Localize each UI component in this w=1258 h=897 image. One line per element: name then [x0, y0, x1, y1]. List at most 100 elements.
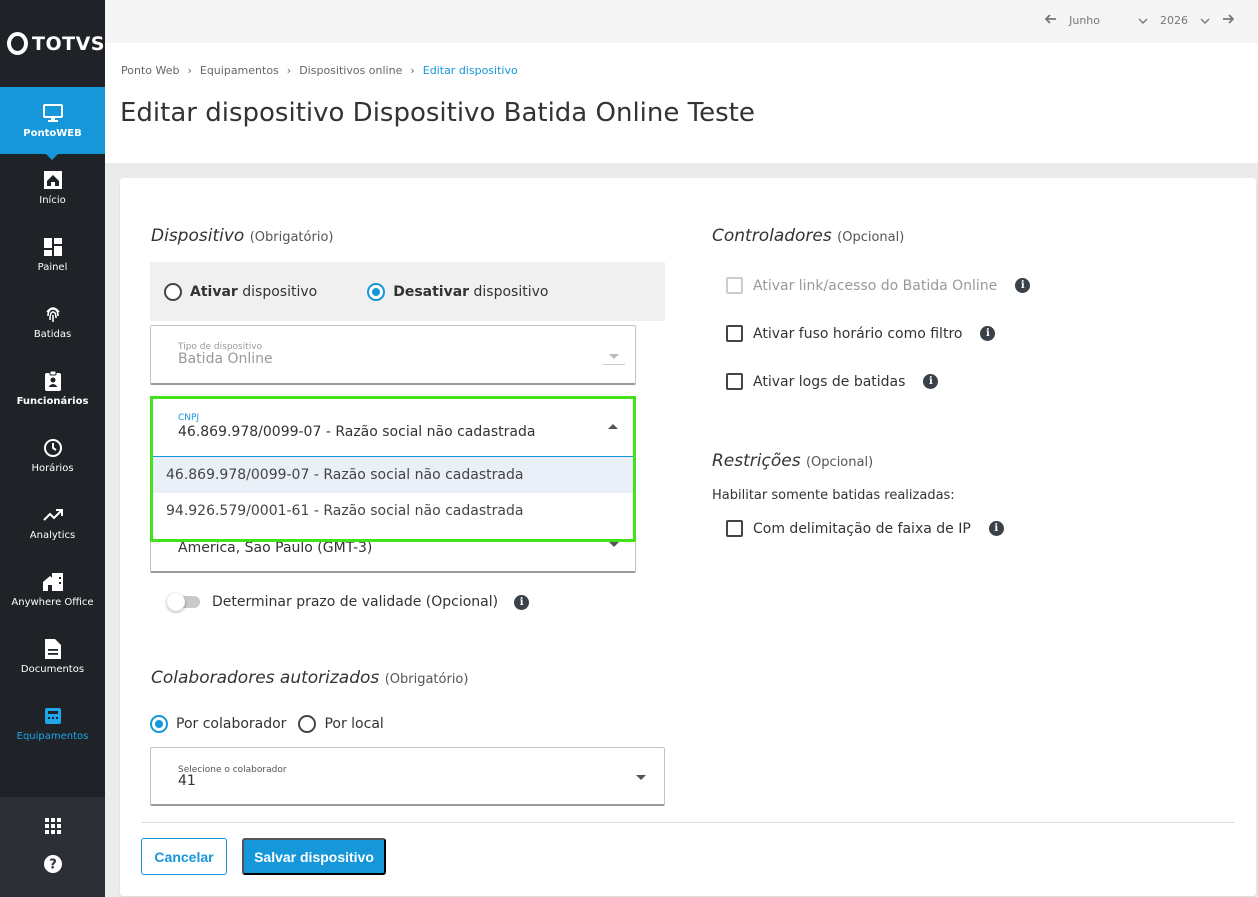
controllers-section-title: Controladores (Opcional) — [712, 226, 904, 246]
breadcrumb-separator: › — [286, 64, 292, 77]
caret-down-icon — [609, 354, 619, 359]
checkbox[interactable] — [726, 520, 743, 537]
fingerprint-icon — [43, 304, 63, 324]
month-value: Junho — [1069, 14, 1100, 27]
radio-dot[interactable] — [150, 715, 168, 733]
by-collaborator-radio[interactable]: Por colaborador — [150, 715, 286, 733]
checkbox[interactable] — [726, 277, 743, 294]
chevron-down-icon — [1200, 14, 1210, 27]
field-label: CNPJ — [178, 413, 200, 423]
restrictions-subtitle: Habilitar somente batidas realizadas: — [712, 488, 955, 503]
home-icon — [43, 170, 63, 190]
sidebar-item-funcionarios[interactable]: Funcionários — [0, 355, 105, 422]
sidebar-item-label: Batidas — [33, 328, 72, 340]
document-icon — [43, 638, 63, 659]
caret-down-icon — [609, 542, 619, 547]
checkbox-batidas-logs[interactable]: Ativar logs de batidas i — [726, 373, 939, 390]
info-icon[interactable]: i — [923, 374, 939, 389]
caret-up-icon — [608, 424, 618, 429]
cnpj-option[interactable]: 94.926.579/0001-61 - Razão social não ca… — [153, 493, 633, 529]
radio-label-rest: dispositivo — [237, 283, 318, 300]
radio-dot[interactable] — [298, 715, 317, 733]
cancel-button[interactable]: Cancelar — [141, 838, 227, 875]
collaborator-select[interactable]: Selecione o colaborador 41 — [150, 747, 665, 806]
footer-divider — [141, 822, 1235, 823]
radio-label-rest: dispositivo — [469, 283, 549, 300]
sidebar-item-label: Horários — [31, 462, 74, 474]
sidebar-item-inicio[interactable]: Início — [0, 154, 105, 221]
apps-grid-icon[interactable] — [44, 817, 61, 838]
field-value: Batida Online — [178, 351, 273, 367]
sidebar-item-label: Analytics — [29, 529, 76, 541]
info-icon[interactable]: i — [988, 521, 1004, 536]
by-location-radio[interactable]: Por local — [298, 715, 384, 733]
breadcrumb-item[interactable]: Ponto Web — [121, 64, 179, 77]
breadcrumb-separator: › — [410, 64, 415, 77]
checkbox-label: Com delimitação de faixa de IP — [753, 520, 971, 537]
info-icon[interactable]: i — [980, 326, 996, 341]
device-type-select[interactable]: Tipo de dispositivo Batida Online — [150, 325, 636, 385]
radio-dot[interactable] — [164, 282, 182, 301]
checkbox-ip-range[interactable]: Com delimitação de faixa de IP i — [726, 520, 1004, 537]
caret-down-icon — [636, 775, 646, 780]
section-hint: (Opcional) — [837, 230, 905, 245]
sidebar-item-equipamentos[interactable]: Equipamentos — [0, 690, 105, 757]
cnpj-select[interactable]: CNPJ 46.869.978/0099-07 - Razão social n… — [153, 399, 633, 457]
top-bar: Junho 2026 — [105, 0, 1258, 43]
breadcrumb-separator: › — [187, 64, 192, 77]
sidebar-item-documentos[interactable]: Documentos — [0, 623, 105, 690]
year-value: 2026 — [1160, 14, 1188, 27]
sidebar-item-anywhere-office[interactable]: Anywhere Office — [0, 556, 105, 623]
page-title: Editar dispositivo Dispositivo Batida On… — [120, 98, 755, 128]
svg-text:?: ? — [49, 857, 57, 872]
month-select[interactable]: Junho — [1069, 14, 1148, 27]
cnpj-dropdown[interactable]: CNPJ 46.869.978/0099-07 - Razão social n… — [150, 396, 636, 542]
radio-label-strong: Ativar — [190, 283, 238, 300]
arrow-right-icon[interactable] — [1222, 14, 1235, 27]
sidebar-item-label: Início — [39, 194, 66, 206]
cnpj-option[interactable]: 46.869.978/0099-07 - Razão social não ca… — [153, 457, 633, 493]
radio-label: Por colaborador — [176, 716, 287, 732]
activate-device-radio[interactable]: Ativar dispositivo — [164, 282, 318, 301]
checkbox-timezone-filter[interactable]: Ativar fuso horário como filtro i — [726, 325, 996, 342]
checkbox-label: Ativar link/acesso do Batida Online — [753, 277, 998, 294]
sidebar-item-batidas[interactable]: Batidas — [0, 288, 105, 355]
breadcrumb-item[interactable]: Dispositivos online — [299, 64, 402, 77]
checkbox-batida-online-link[interactable]: Ativar link/acesso do Batida Online i — [726, 277, 1031, 294]
radio-label: Desativar dispositivo — [393, 284, 548, 300]
checkbox[interactable] — [726, 373, 743, 390]
totvs-logo[interactable]: TOTVS — [0, 0, 105, 87]
badge-icon — [43, 370, 63, 391]
sidebar-item-label: Painel — [37, 261, 68, 273]
sidebar-item-painel[interactable]: Painel — [0, 221, 105, 288]
breadcrumb-current: Editar dispositivo — [422, 64, 518, 77]
validity-label: Determinar prazo de validade (Opcional) — [212, 594, 499, 610]
section-hint: (Opcional) — [805, 455, 874, 470]
device-icon — [43, 706, 63, 726]
checkbox-label: Ativar logs de batidas — [753, 373, 906, 390]
sidebar-item-analytics[interactable]: Analytics — [0, 489, 105, 556]
form-card: Dispositivo (Obrigatório) Ativar disposi… — [120, 178, 1256, 896]
info-icon[interactable]: i — [514, 594, 530, 610]
deactivate-device-radio[interactable]: Desativar dispositivo — [367, 282, 548, 301]
sidebar-item-pontoweb[interactable]: PontoWEB — [0, 87, 105, 160]
year-select[interactable]: 2026 — [1160, 14, 1210, 27]
save-device-button[interactable]: Salvar dispositivo — [242, 838, 386, 875]
section-title-text: Dispositivo — [151, 226, 245, 246]
radio-dot[interactable] — [367, 282, 386, 301]
clock-icon — [43, 438, 63, 458]
arrow-left-icon[interactable] — [1044, 14, 1057, 27]
checkbox[interactable] — [726, 325, 743, 342]
field-underline — [603, 364, 625, 365]
info-icon[interactable]: i — [1015, 278, 1031, 293]
breadcrumb: Ponto Web › Equipamentos › Dispositivos … — [121, 64, 518, 77]
radio-label: Por local — [324, 716, 384, 732]
help-icon[interactable]: ? — [43, 854, 62, 877]
breadcrumb-item[interactable]: Equipamentos — [200, 64, 279, 77]
section-title-text: Colaboradores autorizados — [151, 668, 380, 688]
sidebar-item-horarios[interactable]: Horários — [0, 422, 105, 489]
dashboard-icon — [43, 237, 63, 257]
page-header: Ponto Web › Equipamentos › Dispositivos … — [105, 43, 1258, 163]
validity-toggle[interactable] — [167, 593, 200, 611]
monitor-icon — [42, 103, 63, 123]
